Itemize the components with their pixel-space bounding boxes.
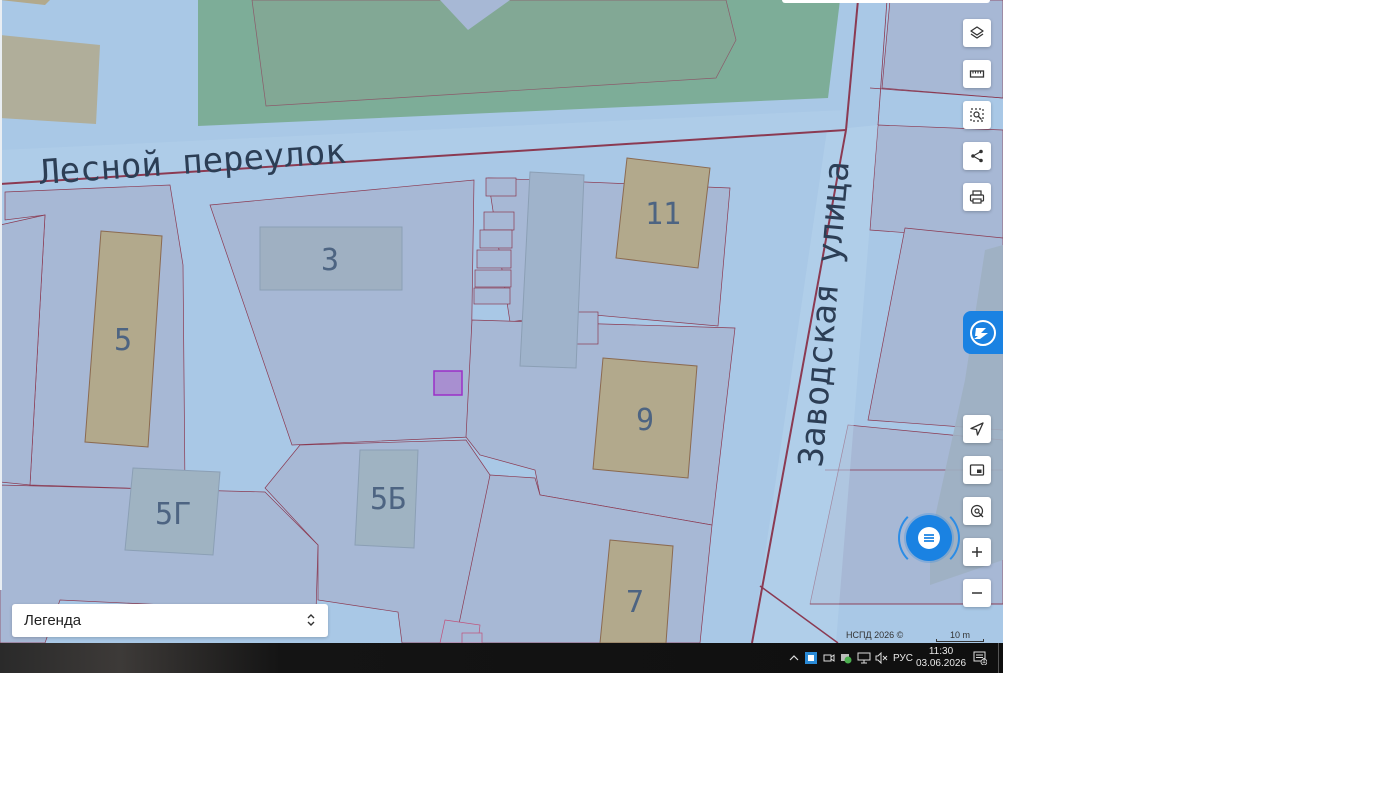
legend-label: Легенда: [24, 612, 82, 629]
plus-icon: [972, 547, 982, 557]
ruler-icon: [969, 70, 985, 78]
share-icon: [971, 149, 983, 163]
chevron-up-icon[interactable]: [788, 643, 800, 673]
area-select-button[interactable]: [963, 101, 991, 129]
meet-icon[interactable]: [822, 643, 836, 673]
scale-bar-line: [936, 639, 984, 642]
chevron-up-down-icon: [306, 612, 316, 629]
chat-button[interactable]: [906, 515, 952, 561]
notification-center-icon[interactable]: 1: [970, 643, 990, 673]
locate-button[interactable]: [963, 415, 991, 443]
zoom-in-button[interactable]: [963, 538, 991, 566]
ruler-button[interactable]: [963, 60, 991, 88]
scale-bar: 10 m: [936, 630, 984, 642]
top-search-strip[interactable]: [782, 0, 990, 3]
house-number-label: 7: [626, 585, 644, 620]
map-attribution: НСПД 2026 ©: [846, 630, 904, 640]
brand-logo-icon: [970, 319, 996, 346]
clock-time: 11:30: [928, 646, 954, 657]
location-target-icon: [970, 504, 984, 518]
share-button[interactable]: [963, 142, 991, 170]
house-number-label: 3: [321, 243, 339, 278]
clock-date: 03.06.2026: [915, 658, 967, 669]
picture-in-picture-icon: [969, 464, 985, 476]
street-label: Лесной переулок: [38, 132, 347, 193]
layers-button[interactable]: [963, 19, 991, 47]
house-number-label: 5Б: [370, 482, 406, 517]
show-desktop-button[interactable]: [998, 643, 1004, 673]
area-select-icon: [970, 108, 984, 122]
layers-icon: [970, 26, 984, 39]
network-icon[interactable]: [856, 643, 872, 673]
house-number-label: 9: [636, 403, 654, 438]
clock[interactable]: 11:30 03.06.2026: [916, 643, 966, 673]
print-button[interactable]: [963, 183, 991, 211]
navigation-arrow-icon: [970, 422, 984, 436]
printer-icon: [969, 190, 985, 204]
taskbar: РУС 11:30 03.06.2026 1: [0, 643, 1003, 673]
house-number-label: 5: [114, 323, 132, 358]
language-indicator[interactable]: РУС: [892, 643, 914, 673]
map-labels: Лесной переулок Заводская улица 3 5 5Г 5…: [38, 132, 858, 620]
brand-widget-tab[interactable]: [963, 311, 1003, 354]
legend-dropdown[interactable]: Легенда: [12, 604, 328, 637]
minimap-button[interactable]: [963, 456, 991, 484]
street-label: Заводская улица: [791, 159, 858, 468]
zoom-out-button[interactable]: [963, 579, 991, 607]
speaker-muted-icon[interactable]: [874, 643, 888, 673]
geolocation-button[interactable]: [963, 497, 991, 525]
chat-icon: [918, 527, 940, 549]
left-edge: [0, 0, 2, 590]
security-icon[interactable]: [839, 643, 853, 673]
house-number-label: 11: [645, 197, 681, 232]
app-tray-icon[interactable]: [804, 643, 818, 673]
map-canvas[interactable]: Лесной переулок Заводская улица 3 5 5Г 5…: [0, 0, 1003, 643]
minus-icon: [972, 592, 982, 594]
notification-count: 1: [982, 658, 986, 665]
house-number-label: 5Г: [155, 497, 191, 532]
